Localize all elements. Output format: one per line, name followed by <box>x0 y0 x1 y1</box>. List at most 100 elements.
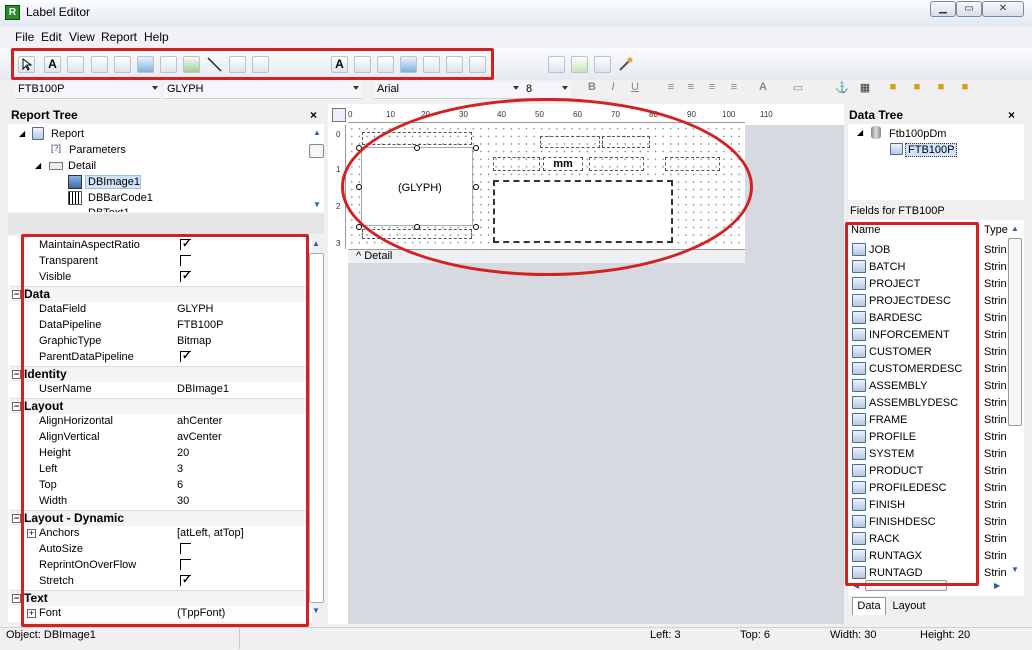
2d-barcode-tool-icon[interactable] <box>252 56 269 73</box>
underline-icon[interactable]: U <box>627 81 643 97</box>
font-color-icon[interactable]: A <box>755 81 771 97</box>
prop-reprintonoverflow-checkbox[interactable] <box>180 559 191 570</box>
menu-help[interactable]: Help <box>144 30 169 44</box>
category-data[interactable]: − Data <box>10 286 310 302</box>
field-row[interactable]: RUNTAGX Strin <box>850 548 1008 564</box>
prop-datafield-value[interactable]: GLYPH <box>177 303 213 315</box>
prop-alignvertical-value[interactable]: avCenter <box>177 431 222 443</box>
prop-height-value[interactable]: 20 <box>177 447 189 459</box>
bring-front-icon[interactable]: ■ <box>885 81 901 97</box>
italic-icon[interactable]: I <box>605 81 621 97</box>
wand-icon[interactable] <box>617 56 634 73</box>
field-row[interactable]: PROFILEDESC Strin <box>850 480 1008 496</box>
tree-item-dbtext1[interactable]: DBText1 <box>88 207 130 212</box>
collapse-icon[interactable]: − <box>12 402 21 411</box>
field-row[interactable]: ASSEMBLYDESC Strin <box>850 395 1008 411</box>
close-button[interactable]: ✕ <box>982 1 1024 17</box>
tree-scroll-thumb[interactable] <box>309 144 324 158</box>
bold-icon[interactable]: B <box>584 81 600 97</box>
component-outline[interactable] <box>493 157 540 171</box>
prop-visible-checkbox[interactable]: ✓ <box>180 270 191 282</box>
field-row[interactable]: PRODUCT Strin <box>850 463 1008 479</box>
component-outline[interactable] <box>602 136 650 148</box>
component-outline[interactable] <box>362 132 472 145</box>
mm-label-component[interactable]: mm <box>543 157 583 171</box>
fields-scroll-right-icon[interactable]: ▶ <box>994 581 1000 590</box>
detail-band-divider[interactable]: ^ Detail <box>348 249 745 263</box>
dbcalc-tool-icon[interactable] <box>400 56 417 73</box>
db2d-barcode-tool-icon[interactable] <box>469 56 486 73</box>
resize-handle[interactable] <box>473 184 479 190</box>
prop-maintainaspectratio-checkbox[interactable]: ✓ <box>180 238 191 250</box>
border-icon[interactable]: ▦ <box>857 81 873 97</box>
data-tree-toggle-icon[interactable] <box>571 56 588 73</box>
component-outline[interactable] <box>540 136 600 148</box>
component-outline[interactable] <box>665 157 720 171</box>
prop-graphictype-value[interactable]: Bitmap <box>177 335 211 347</box>
prop-top-value[interactable]: 6 <box>177 479 183 491</box>
dbrichtext-tool-icon[interactable] <box>377 56 394 73</box>
dbimage1-component[interactable]: (GLYPH) <box>361 147 473 226</box>
prop-username-value[interactable]: DBImage1 <box>177 383 229 395</box>
field-row[interactable]: BARDESC Strin <box>850 310 1008 326</box>
prop-autosize-checkbox[interactable] <box>180 543 191 554</box>
fields-scroll-up-icon[interactable]: ▲ <box>1011 224 1019 233</box>
align-left-icon[interactable]: ≡ <box>663 81 679 97</box>
field-row[interactable]: CUSTOMERDESC Strin <box>850 361 1008 377</box>
tree-item-ftb100p[interactable]: FTB100P <box>905 143 958 157</box>
dbbarcode1-component[interactable] <box>493 180 673 243</box>
props-scroll-up-icon[interactable]: ▲ <box>312 239 320 248</box>
label-tool-icon[interactable]: A <box>44 56 61 73</box>
line-tool-icon[interactable] <box>206 56 223 73</box>
collapse-icon[interactable]: − <box>12 290 21 299</box>
tab-layout[interactable]: Layout <box>889 599 929 615</box>
category-identity[interactable]: − Identity <box>10 366 310 382</box>
expand-report-icon[interactable]: ◢ <box>19 129 25 138</box>
ruler-units-icon[interactable] <box>332 108 346 122</box>
expand-font-icon[interactable]: + <box>27 609 36 618</box>
align-center-icon[interactable]: ≡ <box>683 81 699 97</box>
field-row[interactable]: RUNTAGD Strin <box>850 565 1008 581</box>
fields-scroll-left-icon[interactable]: ◀ <box>853 581 859 590</box>
tree-item-dbimage1[interactable]: DBImage1 <box>85 175 141 189</box>
dbbarcode-tool-icon[interactable] <box>446 56 463 73</box>
props-scroll-down-icon[interactable]: ▼ <box>312 606 320 615</box>
report-tree-close-icon[interactable]: × <box>310 108 317 122</box>
field-row[interactable]: SYSTEM Strin <box>850 446 1008 462</box>
highlight-color-icon[interactable]: ▭ <box>790 81 806 97</box>
font-name-select[interactable]: Arial <box>374 82 522 99</box>
field-row[interactable]: PROJECTDESC Strin <box>850 293 1008 309</box>
maximize-button[interactable]: ▭ <box>956 1 982 17</box>
datapipeline-select[interactable]: FTB100P <box>15 82 161 99</box>
prop-transparent-checkbox[interactable] <box>180 255 191 266</box>
tree-item-parameters[interactable]: Parameters <box>69 144 126 156</box>
field-row[interactable]: INFORCEMENT Strin <box>850 327 1008 343</box>
resize-handle[interactable] <box>473 224 479 230</box>
tree-splitter[interactable] <box>8 214 324 234</box>
tree-scroll-down-icon[interactable]: ▼ <box>313 200 321 209</box>
prop-left-value[interactable]: 3 <box>177 463 183 475</box>
fields-scroll-down-icon[interactable]: ▼ <box>1011 565 1019 574</box>
menu-view[interactable]: View <box>69 30 95 44</box>
prop-font-value[interactable]: (TppFont) <box>177 607 225 619</box>
field-row[interactable]: FRAME Strin <box>850 412 1008 428</box>
resize-handle[interactable] <box>473 145 479 151</box>
tree-item-detail[interactable]: Detail <box>68 160 96 172</box>
field-row[interactable]: ASSEMBLY Strin <box>850 378 1008 394</box>
dbimage-tool-icon[interactable] <box>423 56 440 73</box>
menu-edit[interactable]: Edit <box>41 30 62 44</box>
col-name-header[interactable]: Name <box>851 224 880 236</box>
field-row[interactable]: CUSTOMER Strin <box>850 344 1008 360</box>
expand-anchors-icon[interactable]: + <box>27 529 36 538</box>
dbtext-tool-icon[interactable]: A <box>331 56 348 73</box>
expand-datamodule-icon[interactable]: ◢ <box>857 128 863 137</box>
align-toggle-icon[interactable] <box>594 56 611 73</box>
tree-item-ftb100pdm[interactable]: Ftb100pDm <box>889 128 946 140</box>
fields-vscroll-thumb[interactable] <box>1008 238 1022 426</box>
memo-tool-icon[interactable] <box>67 56 84 73</box>
barcode-tool-icon[interactable] <box>229 56 246 73</box>
datafield-select[interactable]: GLYPH <box>164 82 362 99</box>
component-outline[interactable] <box>589 157 644 171</box>
menu-file[interactable]: File <box>15 30 34 44</box>
field-row[interactable]: PROJECT Strin <box>850 276 1008 292</box>
